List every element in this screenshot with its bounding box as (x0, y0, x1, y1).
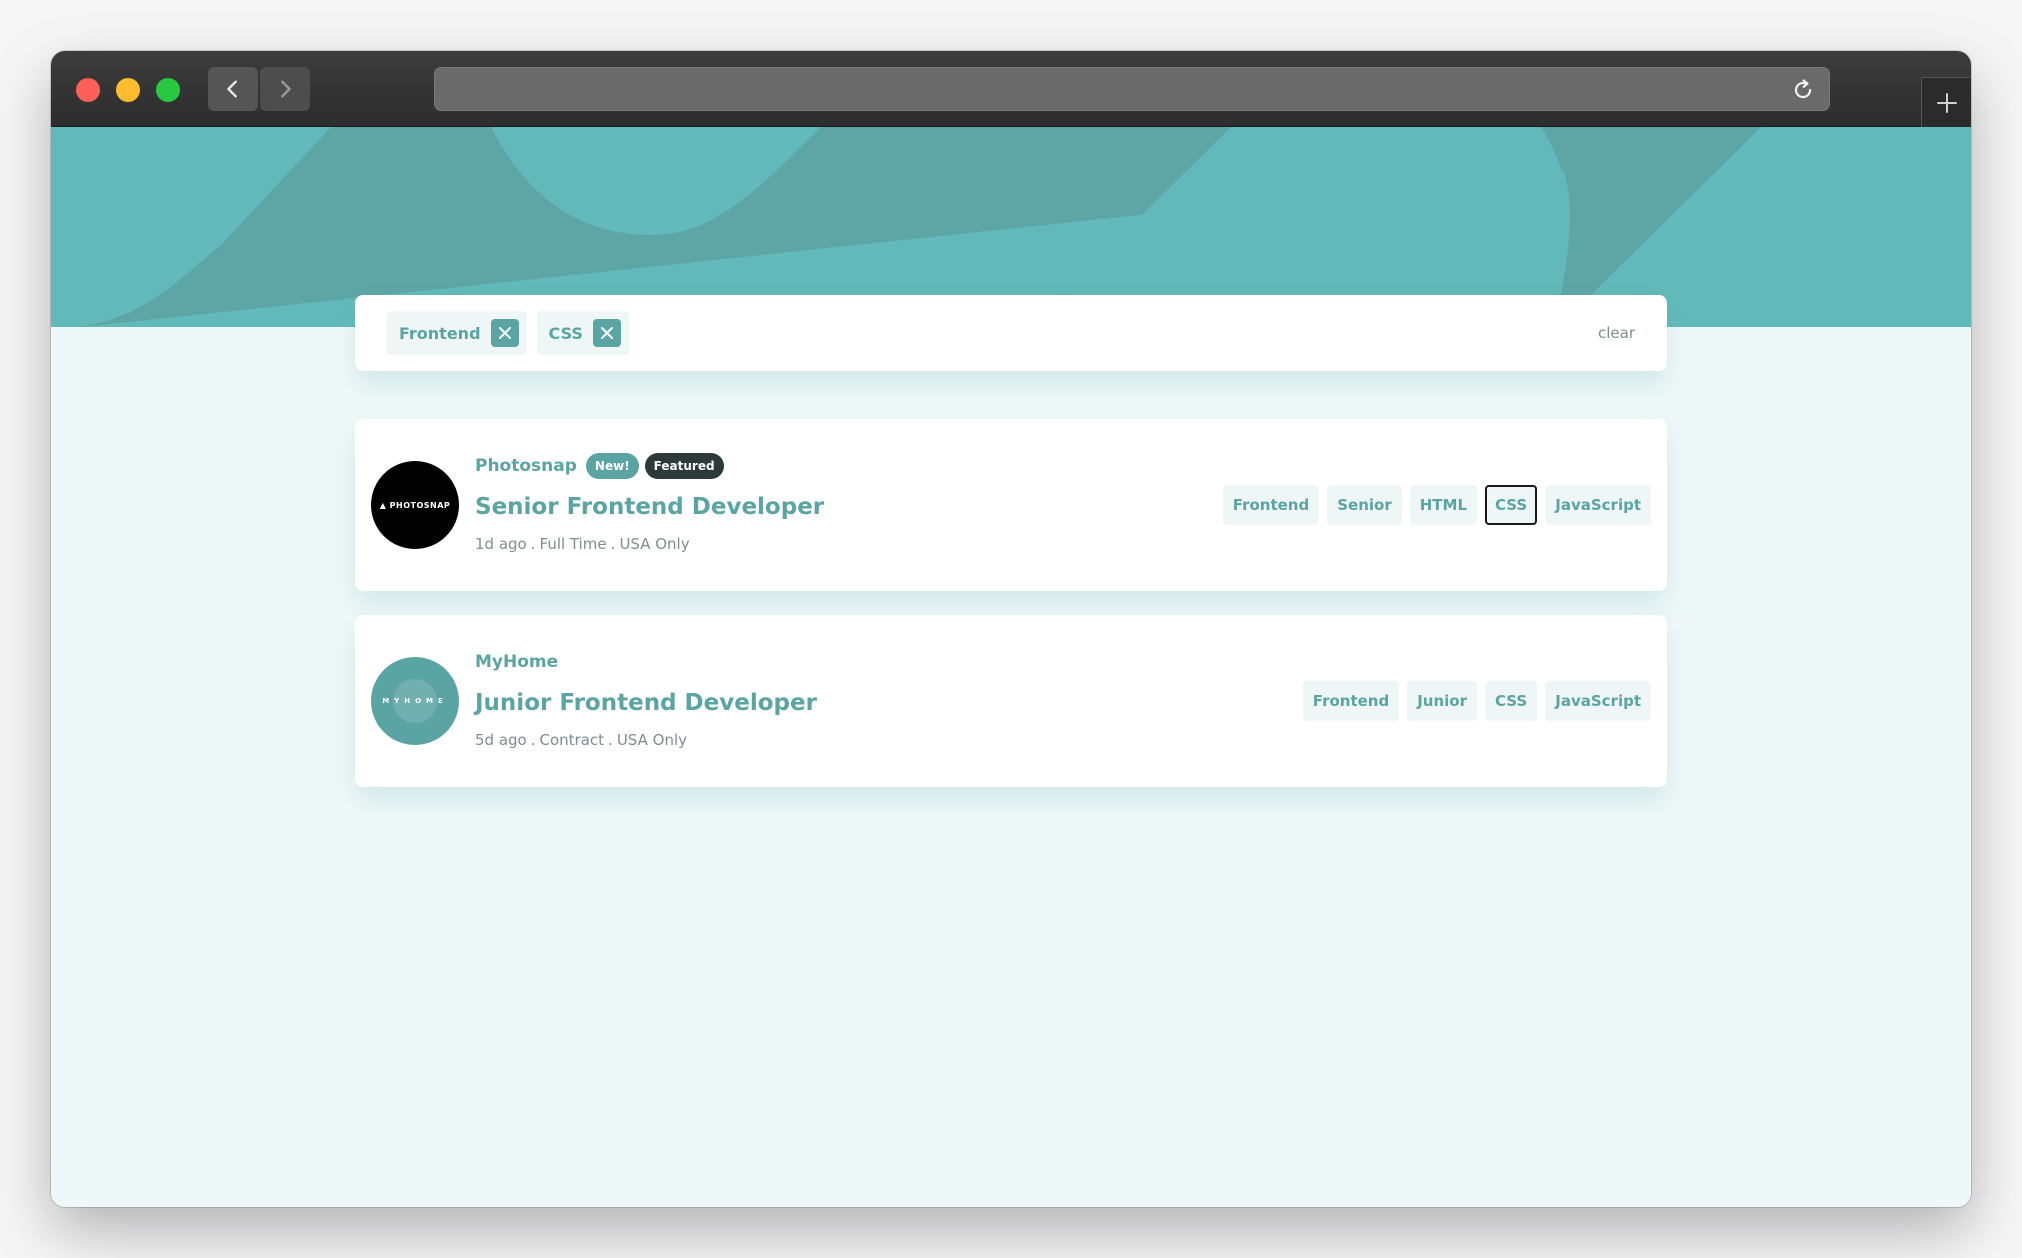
remove-filter-button[interactable] (592, 319, 621, 347)
clear-filters-button[interactable]: clear (1598, 324, 1635, 342)
job-card: ▲ PHOTOSNAP Photosnap New! Featured Seni… (355, 419, 1667, 591)
job-meta: 1d ago . Full Time . USA Only (475, 535, 824, 553)
close-icon (600, 327, 613, 339)
filter-chip-label: CSS (548, 323, 583, 343)
logo-wordmark: MYHOME (382, 697, 448, 705)
tag-button[interactable]: CSS (1485, 681, 1538, 721)
company-logo: ▲ PHOTOSNAP (371, 461, 459, 549)
screen: Frontend CSS clear ▲ PHOTOSNAP Photosnap… (0, 0, 2022, 1258)
featured-badge: Featured (644, 453, 724, 479)
contract-type: Full Time (539, 535, 607, 553)
page-content: Frontend CSS clear ▲ PHOTOSNAP Photosnap… (51, 127, 1971, 1207)
company-row: Photosnap New! Featured (475, 453, 824, 479)
company-name: Photosnap (475, 456, 577, 476)
posted-at: 1d ago (475, 535, 527, 553)
filter-chip-label: Frontend (399, 323, 481, 343)
back-button[interactable] (208, 67, 258, 111)
browser-window: Frontend CSS clear ▲ PHOTOSNAP Photosnap… (51, 51, 1971, 1207)
job-info: Photosnap New! Featured Senior Frontend … (475, 453, 824, 553)
job-title[interactable]: Senior Frontend Developer (475, 494, 824, 520)
posted-at: 5d ago (475, 731, 527, 749)
meta-separator: . (610, 535, 616, 553)
tag-button-focused[interactable]: CSS (1485, 485, 1538, 525)
company-logo: MYHOME (371, 657, 459, 745)
meta-separator: . (608, 731, 613, 749)
job-location: USA Only (619, 535, 690, 553)
tag-button[interactable]: HTML (1409, 485, 1478, 525)
address-bar[interactable] (434, 67, 1830, 111)
job-meta: 5d ago . Contract . USA Only (475, 731, 817, 749)
plus-icon (1936, 92, 1957, 113)
company-row: MyHome (475, 649, 817, 675)
job-location: USA Only (616, 731, 687, 749)
job-info: MyHome Junior Frontend Developer 5d ago … (475, 649, 817, 749)
new-badge: New! (585, 453, 639, 479)
filter-chip: CSS (536, 311, 629, 355)
contract-type: Contract (539, 731, 605, 749)
minimize-window-button[interactable] (116, 78, 140, 102)
filter-chip: Frontend (387, 311, 527, 355)
tag-button[interactable]: Junior (1407, 681, 1478, 721)
tag-button[interactable]: Frontend (1302, 681, 1400, 721)
maximize-window-button[interactable] (156, 78, 180, 102)
chevron-left-icon (227, 80, 237, 98)
close-icon (498, 327, 511, 339)
meta-separator: . (530, 731, 536, 749)
close-window-button[interactable] (76, 78, 100, 102)
job-tags: Frontend Junior CSS JavaScript (1302, 681, 1651, 721)
company-name: MyHome (475, 652, 559, 672)
filter-bar: Frontend CSS clear (355, 295, 1667, 371)
job-tags: Frontend Senior HTML CSS JavaScript (1222, 485, 1651, 525)
meta-separator: . (530, 535, 536, 553)
tag-button[interactable]: JavaScript (1545, 485, 1651, 525)
chevron-right-icon (281, 80, 291, 98)
logo-wordmark: ▲ PHOTOSNAP (379, 500, 451, 510)
job-card: MYHOME MyHome Junior Frontend Developer … (355, 615, 1667, 787)
browser-titlebar (51, 51, 1971, 127)
tag-button[interactable]: Senior (1327, 485, 1402, 525)
new-tab-button[interactable] (1921, 77, 1971, 127)
forward-button[interactable] (260, 67, 310, 111)
job-title[interactable]: Junior Frontend Developer (475, 690, 817, 716)
reload-icon[interactable] (1791, 78, 1815, 102)
remove-filter-button[interactable] (490, 319, 519, 347)
tag-button[interactable]: Frontend (1222, 485, 1320, 525)
tag-button[interactable]: JavaScript (1545, 681, 1651, 721)
